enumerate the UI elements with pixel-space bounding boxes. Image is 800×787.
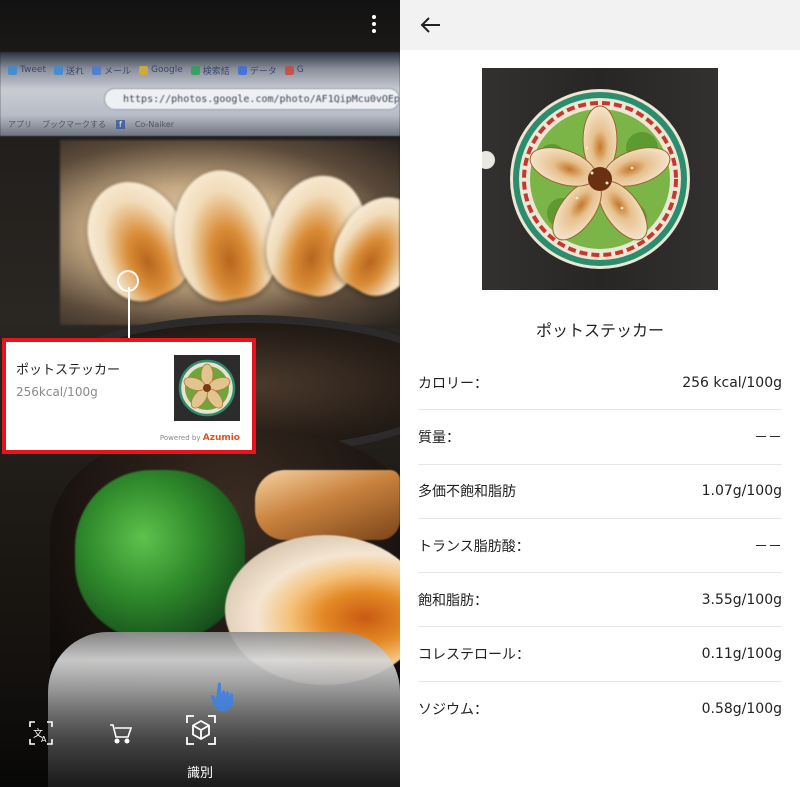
camera-view: Tweet 送れ メール Google 検索結 データ G https://ph…: [0, 0, 400, 787]
nutrient-value: 256 kcal/100g: [682, 374, 782, 391]
nutrient-value: －－: [754, 538, 782, 555]
bookmark-item: Co-Naiker: [134, 119, 175, 129]
photographed-url-bar: https://photos.google.com/photo/AF1QipMc…: [104, 88, 400, 110]
nutrient-label: コレステロール：: [418, 647, 530, 664]
bookmark-item: ブックマークする: [42, 119, 106, 129]
nutrient-label: 質量：: [418, 429, 460, 446]
bookmark-item: f: [116, 119, 125, 129]
more-vert-icon[interactable]: [364, 10, 384, 38]
nutrient-row: 飽和脂肪： 3.55g/100g: [418, 573, 782, 628]
powered-by-label: Powered by Azumio: [159, 433, 240, 443]
identify-label: 識別: [186, 766, 213, 781]
browser-tab: 検索結: [190, 64, 230, 77]
nutrient-list: カロリー： 256 kcal/100g 質量： －－ 多価不飽和脂肪 1.07g…: [418, 356, 782, 736]
nutrient-row: 多価不飽和脂肪 1.07g/100g: [418, 465, 782, 519]
lens-identify-icon[interactable]: [183, 712, 219, 748]
result-title: ポットステッカー: [16, 363, 121, 378]
shopping-cart-icon[interactable]: [103, 716, 137, 750]
nutrient-row: 質量： －－: [418, 410, 782, 465]
photographed-greens: [75, 470, 245, 640]
nutrient-value: 0.58g/100g: [701, 700, 782, 717]
nutrient-value: －－: [754, 429, 782, 446]
browser-tab: 送れ: [53, 64, 84, 77]
browser-tab: データ: [237, 64, 277, 77]
nutrient-row: コレステロール： 0.11g/100g: [418, 627, 782, 682]
nutrient-row: トランス脂肪酸： －－: [418, 519, 782, 574]
photographed-bookmarks: アプリ ブックマークする f Co-Naiker: [8, 116, 400, 132]
nutrient-value: 1.07g/100g: [701, 483, 782, 500]
photographed-gyoza: [60, 140, 400, 325]
nutrient-label: カロリー：: [418, 375, 488, 392]
nutrient-value: 0.11g/100g: [701, 646, 782, 663]
detection-pin[interactable]: [117, 270, 139, 292]
food-image: [482, 68, 718, 290]
translate-icon[interactable]: 文 A: [24, 716, 58, 750]
result-thumbnail: [174, 355, 240, 421]
nutrient-row: カロリー： 256 kcal/100g: [418, 356, 782, 411]
detection-pin-line: [128, 287, 130, 339]
photographed-chashu: [255, 470, 400, 540]
nutrient-label: 飽和脂肪：: [418, 592, 488, 609]
bookmark-item: アプリ: [8, 119, 32, 129]
recognition-result-card[interactable]: ポットステッカー 256kcal/100g Powered by Azumio: [2, 338, 256, 454]
photographed-browser-tabs: Tweet 送れ メール Google 検索結 データ G: [0, 60, 400, 80]
browser-tab: Google: [139, 65, 183, 75]
browser-tab: メール: [92, 64, 131, 77]
result-kcal: 256kcal/100g: [16, 385, 98, 399]
nutrient-row: ソジウム： 0.58g/100g: [418, 682, 782, 736]
app-bar: [400, 0, 800, 50]
browser-tab: Tweet: [8, 65, 46, 75]
nutrient-label: ソジウム：: [418, 701, 488, 718]
nutrient-value: 3.55g/100g: [701, 591, 782, 608]
browser-tab: G: [284, 65, 304, 75]
food-name: ポットステッカー: [535, 321, 664, 340]
nutrient-label: トランス脂肪酸：: [418, 538, 530, 555]
back-arrow-icon[interactable]: [416, 10, 446, 40]
azumio-brand: Azumio: [202, 433, 240, 443]
food-detail-page: ポットステッカー カロリー： 256 kcal/100g 質量： －－ 多価不飽…: [400, 0, 800, 787]
svg-text:A: A: [41, 735, 47, 744]
nutrient-label: 多価不飽和脂肪: [418, 484, 516, 501]
hand-pointer-icon: [209, 680, 235, 712]
